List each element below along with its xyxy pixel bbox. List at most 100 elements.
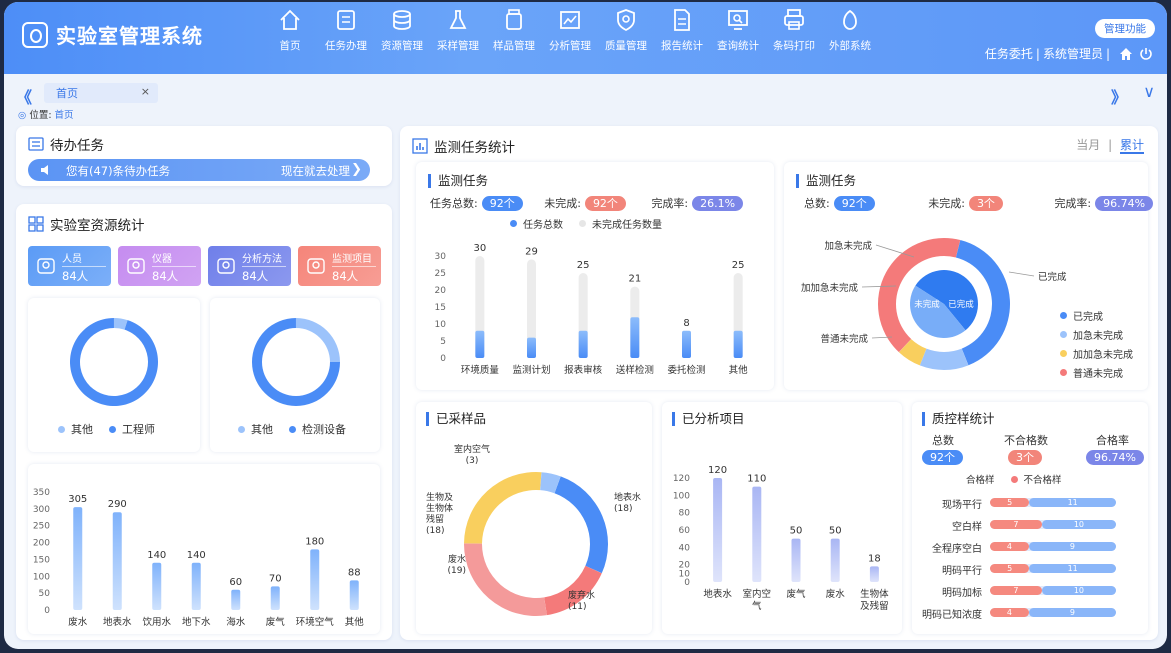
task-entrust-link[interactable]: 任务委托 xyxy=(985,45,1033,62)
y-tick-label: 60 xyxy=(679,526,691,536)
close-icon[interactable]: × xyxy=(141,85,150,98)
period-total-tab[interactable]: 累计 xyxy=(1119,138,1144,154)
bar xyxy=(791,538,801,582)
nav-item-4[interactable]: 样品管理 xyxy=(486,8,542,53)
qc-row-label: 现场平行 xyxy=(942,500,982,511)
data-label: 29 xyxy=(525,246,538,257)
donut2-panel: 其他 检测设备 xyxy=(210,298,380,452)
data-label: 305 xyxy=(68,494,87,505)
monitor-title: 监测任务统计 xyxy=(412,136,515,156)
todo-action-link[interactable]: 现在就去处理 xyxy=(281,163,350,179)
resource-tile-label: 分析方法 xyxy=(242,250,286,267)
nav-item-9[interactable]: 条码打印 xyxy=(766,8,822,53)
user-name[interactable]: 系统管理员 xyxy=(1043,45,1103,62)
resource-tile-1[interactable]: 仪器 84人 xyxy=(118,246,201,286)
x-tick-label: 废水 xyxy=(826,588,846,600)
bar xyxy=(752,486,762,582)
data-label: 50 xyxy=(829,526,842,537)
separator: | xyxy=(1035,46,1040,61)
legend-item: 其他 xyxy=(238,421,273,437)
sample-slice-3 xyxy=(464,472,542,544)
nav-label: 条码打印 xyxy=(773,40,815,52)
y-tick-label: 100 xyxy=(33,572,50,582)
bar xyxy=(475,330,485,358)
x-tick-label: 地表水 xyxy=(103,616,132,628)
resource-tile-label: 人员 xyxy=(62,250,106,267)
nav-item-1[interactable]: 任务办理 xyxy=(318,8,374,53)
bar xyxy=(73,507,83,610)
x-tick-label: 其他 xyxy=(345,616,365,628)
app-logo[interactable]: 实验室管理系统 xyxy=(22,20,203,49)
qc-panel: 质控样统计 总数 不合格数 合格率 92个 3个 96.74% 合格样 不合格样… xyxy=(912,402,1148,634)
qc-row-label: 全程序空白 xyxy=(932,544,982,555)
x-tick-label: 监测计划 xyxy=(512,364,550,376)
shield-icon xyxy=(614,8,638,32)
speaker-icon xyxy=(41,165,48,175)
location-icon: ◎ xyxy=(18,110,30,121)
qc-bar-bad: 7 xyxy=(990,520,1042,529)
data-label: 21 xyxy=(628,274,641,285)
period-month-tab[interactable]: 当月 xyxy=(1076,138,1100,152)
sample-label: (18) xyxy=(614,504,632,514)
resource-tile-3[interactable]: 监测项目 84人 xyxy=(298,246,381,286)
y-tick-label: 20 xyxy=(435,286,447,296)
chevron-down-icon[interactable]: ∨ xyxy=(1143,82,1155,101)
nav-item-0[interactable]: 首页 xyxy=(262,8,318,53)
legend-item: 普通未完成 xyxy=(1060,365,1133,380)
data-label: 120 xyxy=(708,465,727,476)
sample-label: 生物体 xyxy=(426,502,453,514)
analysis-bar-chart: 01020 40 60 80 100 120 120 地表水 110 室内空气 50 废气 50 废水 18… xyxy=(673,465,889,612)
qc-bad-badge: 3个 xyxy=(1008,450,1042,465)
tab-home[interactable]: 首页 × xyxy=(44,83,158,103)
breadcrumb-current[interactable]: 首页 xyxy=(55,110,74,121)
data-label: 180 xyxy=(305,536,324,547)
tab-scroll-right-icon[interactable]: 》 xyxy=(1111,84,1127,108)
task-panel: 监测任务 任务总数: 92个 未完成: 92个 完成率: 26.1% 任务总数 未完成… xyxy=(416,162,774,390)
tab-scroll-left-icon[interactable]: 《 xyxy=(16,84,32,108)
x-tick-label: 环境质量 xyxy=(461,364,500,376)
nav-label: 首页 xyxy=(279,40,301,52)
qc-total-badge: 92个 xyxy=(922,450,963,465)
nav-item-7[interactable]: 报告统计 xyxy=(654,8,710,53)
donut2-slice-0 xyxy=(296,318,340,362)
legend-item: 其他 xyxy=(58,421,93,437)
nav-item-10[interactable]: 外部系统 xyxy=(822,8,878,53)
grid-icon xyxy=(28,216,44,232)
power-icon[interactable] xyxy=(1139,47,1153,61)
bar xyxy=(191,562,201,610)
resource-tile-value: 84人 xyxy=(332,269,359,283)
resource-tile-0[interactable]: 人员 84人 xyxy=(28,246,111,286)
y-tick-label: 250 xyxy=(33,522,50,532)
app-frame: 实验室管理系统 首页 任务办理 资源管理 采样管理 样品管理 分析管理 质量管理 报告统计 查询… xyxy=(4,2,1167,649)
monitor-icon xyxy=(306,256,326,276)
resources-title: 实验室资源统计 xyxy=(28,214,145,234)
nav-label: 质量管理 xyxy=(605,40,647,52)
admin-button[interactable]: 管理功能 xyxy=(1095,19,1155,38)
jar-icon xyxy=(502,8,526,32)
water-bar-chart: 0 50 100 150 200 250 300 350 305 废水 290 地表水 140 饮用水 14… xyxy=(33,488,365,628)
y-tick-label: 150 xyxy=(33,555,50,565)
data-label: 30 xyxy=(473,243,486,254)
todo-banner[interactable]: 您有(47)条待办任务 现在就去处理 ❯ xyxy=(28,159,370,181)
task-status-legend: 已完成 加急未完成 加加急未完成 普通未完成 xyxy=(1060,308,1149,380)
nav-item-2[interactable]: 资源管理 xyxy=(374,8,430,53)
y-tick-label: 25 xyxy=(435,269,446,279)
bar xyxy=(112,512,122,610)
chevron-right-icon[interactable]: ❯ xyxy=(351,162,362,177)
resource-tile-2[interactable]: 分析方法 84人 xyxy=(208,246,291,286)
bar xyxy=(270,586,280,610)
nav-item-6[interactable]: 质量管理 xyxy=(598,8,654,53)
sample-label: (18) xyxy=(426,526,444,536)
data-label: 88 xyxy=(348,567,361,578)
y-tick-label: 0 xyxy=(44,606,50,616)
x-tick-label: 报表审核 xyxy=(564,364,603,376)
nav-item-3[interactable]: 采样管理 xyxy=(430,8,486,53)
y-tick-label: 80 xyxy=(679,509,691,519)
qc-bar-bad: 4 xyxy=(990,608,1029,617)
resource-tile-label: 仪器 xyxy=(152,250,196,267)
nav-item-5[interactable]: 分析管理 xyxy=(542,8,598,53)
nav-item-8[interactable]: 查询统计 xyxy=(710,8,766,53)
sample-label: 废弃水 xyxy=(568,589,595,601)
home-icon[interactable] xyxy=(1119,47,1133,61)
donut1-legend: 其他 工程师 xyxy=(58,421,171,437)
